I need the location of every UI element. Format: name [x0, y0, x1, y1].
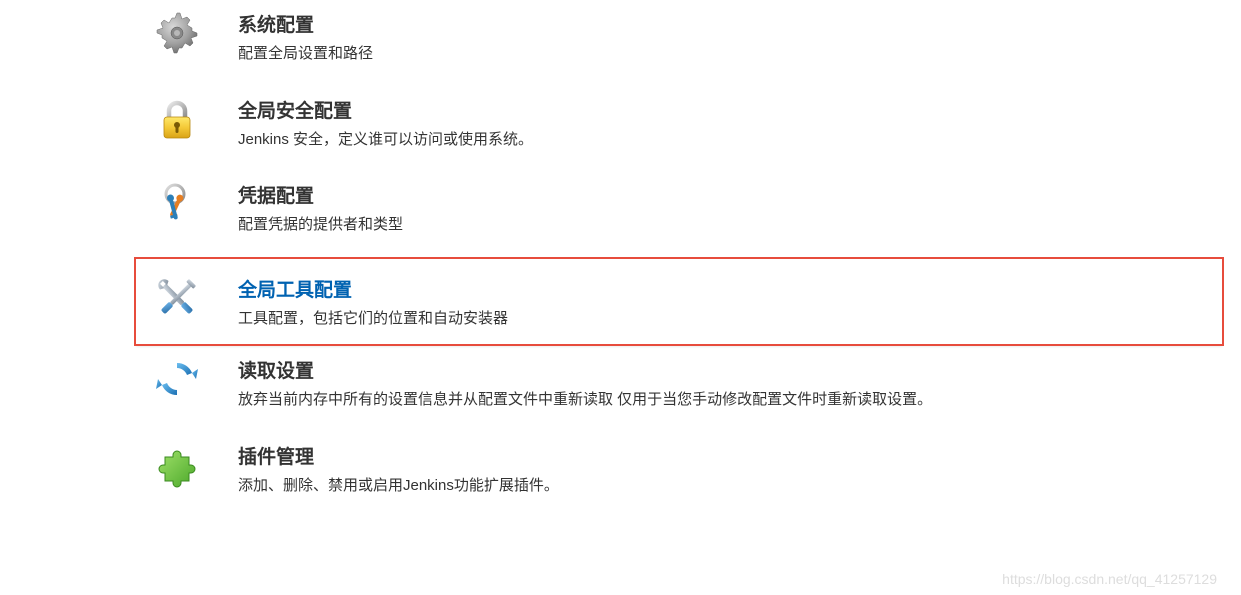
- keys-icon: [152, 179, 202, 229]
- lock-icon: [152, 94, 202, 144]
- menu-item-credentials-config[interactable]: 凭据配置 配置凭据的提供者和类型: [152, 171, 1241, 257]
- item-desc: 配置凭据的提供者和类型: [238, 214, 1241, 237]
- item-desc: 配置全局设置和路径: [238, 43, 1241, 66]
- item-title: 凭据配置: [238, 181, 1241, 208]
- item-title: 系统配置: [238, 10, 1241, 37]
- item-title: 全局工具配置: [238, 275, 1222, 302]
- puzzle-icon: [152, 440, 202, 490]
- menu-item-global-tools-config[interactable]: 全局工具配置 工具配置，包括它们的位置和自动安装器: [134, 257, 1224, 347]
- menu-item-security-config[interactable]: 全局安全配置 Jenkins 安全，定义谁可以访问或使用系统。: [152, 86, 1241, 172]
- item-desc: 放弃当前内存中所有的设置信息并从配置文件中重新读取 仅用于当您手动修改配置文件时…: [238, 389, 1241, 412]
- menu-item-system-config[interactable]: 系统配置 配置全局设置和路径: [152, 0, 1241, 86]
- item-desc: Jenkins 安全，定义谁可以访问或使用系统。: [238, 129, 1241, 152]
- menu-item-plugin-manager[interactable]: 插件管理 添加、删除、禁用或启用Jenkins功能扩展插件。: [152, 432, 1241, 502]
- item-title: 全局安全配置: [238, 96, 1241, 123]
- reload-icon: [152, 354, 202, 404]
- watermark: https://blog.csdn.net/qq_41257129: [1002, 571, 1217, 587]
- gear-icon: [152, 8, 202, 58]
- tools-icon: [152, 273, 202, 323]
- item-title: 插件管理: [238, 442, 1241, 469]
- item-title: 读取设置: [238, 356, 1241, 383]
- item-desc: 工具配置，包括它们的位置和自动安装器: [238, 308, 1222, 331]
- item-desc: 添加、删除、禁用或启用Jenkins功能扩展插件。: [238, 475, 1241, 498]
- menu-item-reload-config[interactable]: 读取设置 放弃当前内存中所有的设置信息并从配置文件中重新读取 仅用于当您手动修改…: [152, 346, 1241, 432]
